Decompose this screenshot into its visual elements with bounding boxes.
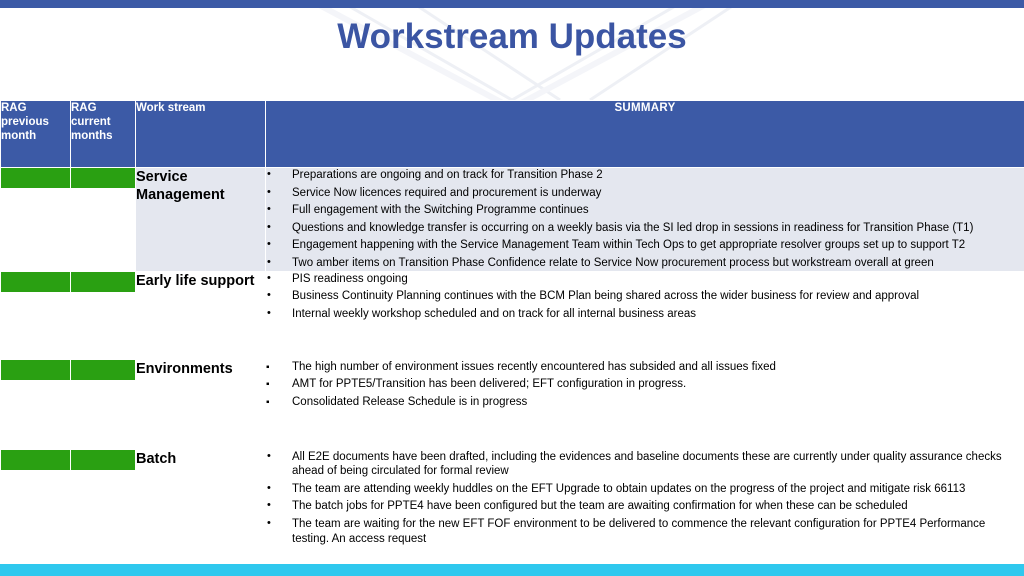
summary-bullet-item: All E2E documents have been drafted, inc… — [266, 449, 1024, 479]
page-title: Workstream Updates — [337, 17, 687, 56]
summary-cell: The high number of environment issues re… — [265, 358, 1024, 450]
title-area: Workstream Updates — [0, 8, 1024, 100]
table-row: BatchAll E2E documents have been drafted… — [0, 448, 1024, 568]
rag-current-month-cell — [70, 448, 136, 568]
rag-status-indicator — [71, 359, 135, 380]
table-header-row: RAG previous month RAG current months Wo… — [0, 100, 1024, 168]
table-row: Early life supportPIS readiness ongoingB… — [0, 270, 1024, 360]
rag-previous-month-cell — [0, 270, 71, 360]
summary-bullet-list: All E2E documents have been drafted, inc… — [266, 449, 1024, 547]
rag-current-month-cell — [70, 358, 136, 450]
summary-bullet-list: PIS readiness ongoingBusiness Continuity… — [266, 271, 1024, 322]
summary-bullet-item: The high number of environment issues re… — [266, 360, 1024, 375]
summary-bullet-list: The high number of environment issues re… — [266, 360, 1024, 410]
summary-bullet-item: Full engagement with the Switching Progr… — [266, 202, 1024, 218]
summary-bullet-item: AMT for PPTE5/Transition has been delive… — [266, 377, 1024, 392]
summary-cell: All E2E documents have been drafted, inc… — [265, 449, 1024, 568]
summary-bullet-item: Service Now licences required and procur… — [266, 185, 1024, 201]
rag-status-indicator — [1, 271, 70, 292]
work-stream-name-cell: Service Management — [135, 167, 266, 272]
summary-bullet-item: Internal weekly workshop scheduled and o… — [266, 306, 1024, 322]
summary-bullet-item: The batch jobs for PPTE4 have been confi… — [266, 498, 1024, 514]
summary-bullet-item: PIS readiness ongoing — [266, 271, 1024, 287]
table-body: Service ManagementPreparations are ongoi… — [0, 167, 1024, 568]
column-header-summary: SUMMARY — [265, 100, 1024, 168]
table-row: Service ManagementPreparations are ongoi… — [0, 167, 1024, 272]
work-stream-name-cell: Early life support — [135, 270, 266, 360]
summary-bullet-item: Engagement happening with the Service Ma… — [266, 237, 1024, 253]
summary-bullet-item: The team are waiting for the new EFT FOF… — [266, 516, 1024, 546]
column-header-rag-previous: RAG previous month — [0, 100, 71, 168]
summary-bullet-item: The team are attending weekly huddles on… — [266, 481, 1024, 497]
summary-bullet-item: Consolidated Release Schedule is in prog… — [266, 395, 1024, 410]
table-header: RAG previous month RAG current months Wo… — [0, 100, 1024, 168]
rag-status-indicator — [1, 449, 70, 470]
rag-status-indicator — [71, 271, 135, 292]
summary-bullet-item: Preparations are ongoing and on track fo… — [266, 167, 1024, 183]
rag-status-indicator — [1, 168, 70, 188]
summary-bullet-item: Business Continuity Planning continues w… — [266, 288, 1024, 304]
rag-previous-month-cell — [0, 167, 71, 272]
workstream-updates-table: RAG previous month RAG current months Wo… — [0, 100, 1024, 568]
rag-status-indicator — [1, 359, 70, 380]
rag-previous-month-cell — [0, 448, 71, 568]
rag-status-indicator — [71, 168, 135, 188]
rag-previous-month-cell — [0, 358, 71, 450]
summary-bullet-list: Preparations are ongoing and on track fo… — [266, 167, 1024, 271]
column-header-rag-current: RAG current months — [70, 100, 136, 168]
rag-current-month-cell — [70, 270, 136, 360]
top-accent-bar — [0, 0, 1024, 8]
table-row: EnvironmentsThe high number of environme… — [0, 358, 1024, 450]
rag-status-indicator — [71, 449, 135, 470]
summary-cell: Preparations are ongoing and on track fo… — [265, 167, 1024, 272]
summary-bullet-item: Two amber items on Transition Phase Conf… — [266, 255, 1024, 271]
bottom-accent-bar — [0, 564, 1024, 576]
column-header-work-stream: Work stream — [135, 100, 266, 168]
work-stream-name-cell: Environments — [135, 358, 266, 450]
rag-current-month-cell — [70, 167, 136, 272]
work-stream-name-cell: Batch — [135, 448, 266, 568]
summary-bullet-item: Questions and knowledge transfer is occu… — [266, 220, 1024, 236]
summary-cell: PIS readiness ongoingBusiness Continuity… — [265, 270, 1024, 360]
